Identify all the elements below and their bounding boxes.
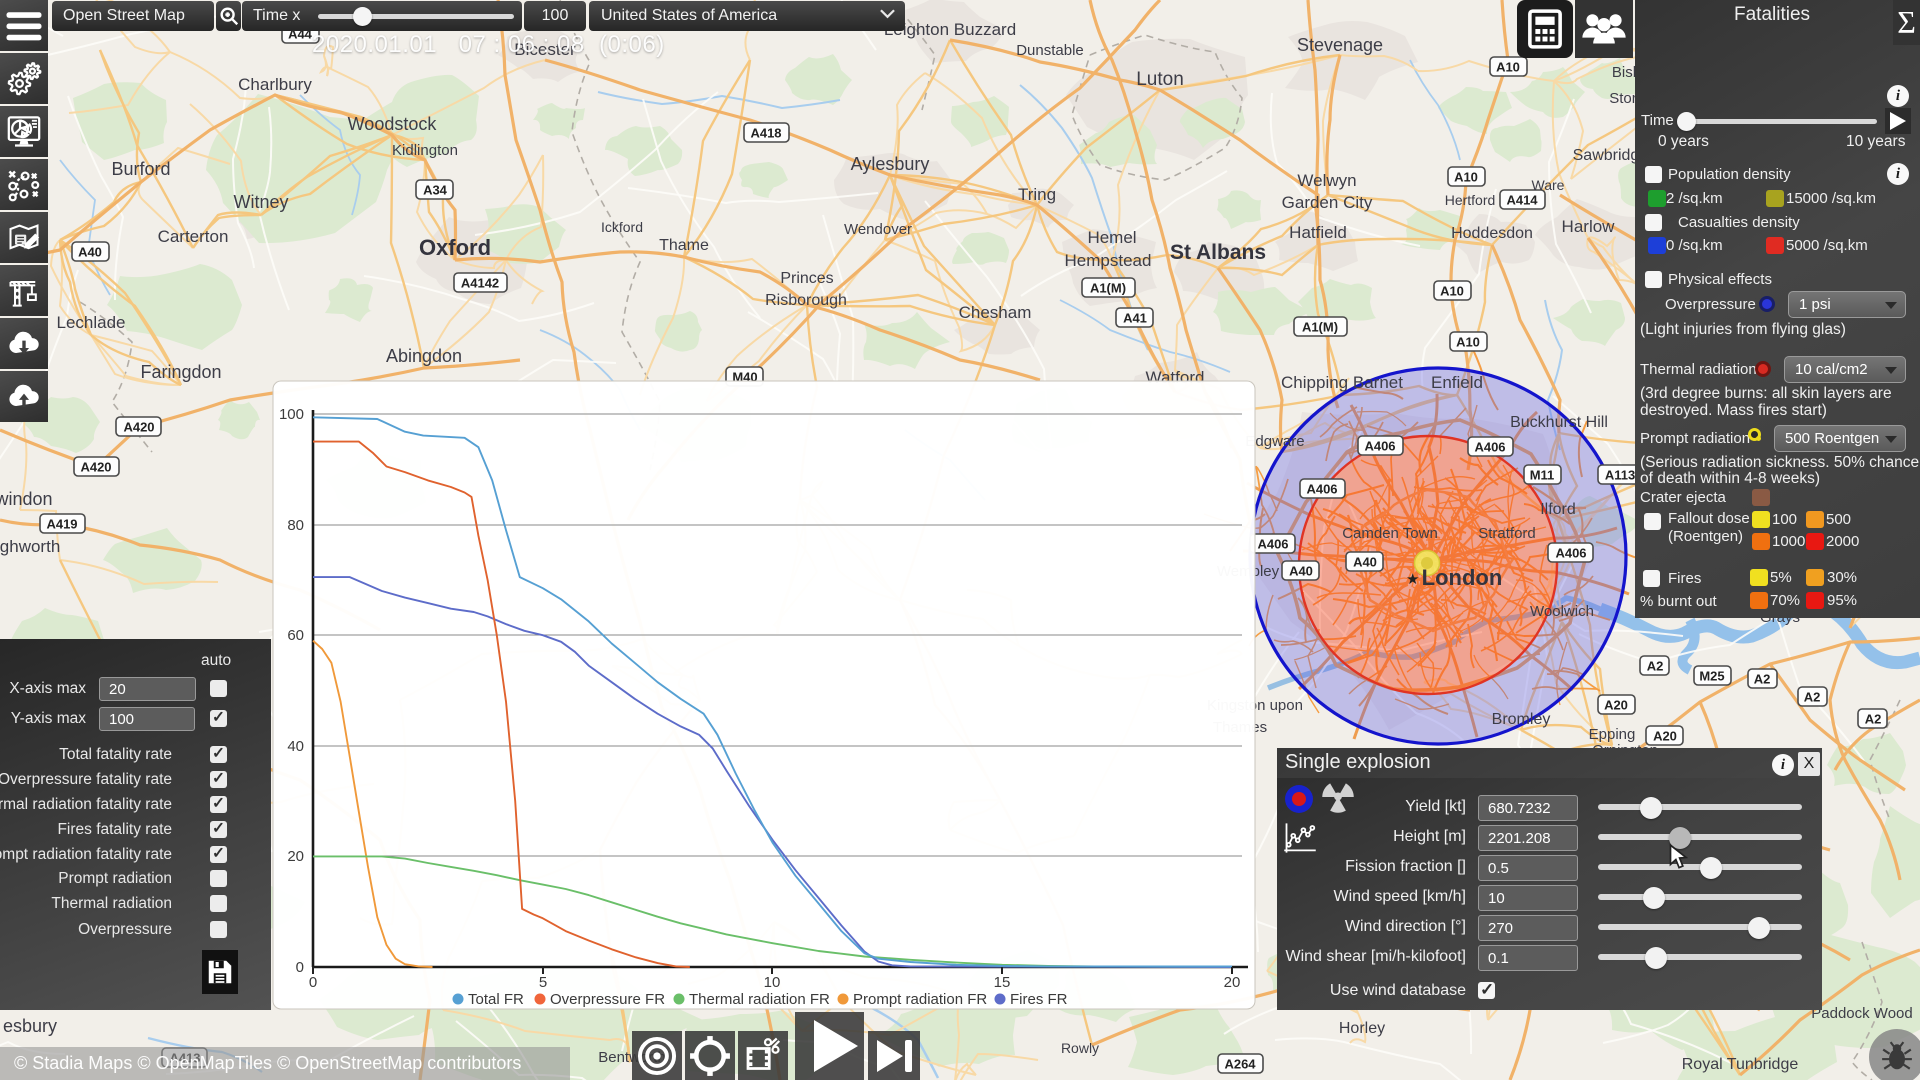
svg-text:0: 0 [309,974,317,991]
svg-text:Carterton: Carterton [158,227,229,246]
svg-text:A10: A10 [1440,284,1464,299]
svg-text:A419: A419 [46,517,77,532]
svg-text:40: 40 [287,738,304,755]
svg-text:A1(M): A1(M) [1302,320,1338,335]
svg-text:Paddock Wood: Paddock Wood [1811,1005,1912,1022]
svg-text:Ilford: Ilford [1540,501,1576,518]
svg-text:100: 100 [279,406,304,423]
svg-text:M25: M25 [1699,669,1724,684]
svg-text:Ickford: Ickford [601,219,643,235]
svg-text:5: 5 [539,974,547,991]
svg-text:Kidlington: Kidlington [392,142,458,159]
svg-text:A40: A40 [78,245,102,260]
svg-text:80: 80 [287,517,304,534]
svg-text:Total FR: Total FR [468,991,524,1008]
svg-text:Rowly: Rowly [1061,1040,1099,1056]
svg-text:Epping: Epping [1589,726,1636,743]
svg-text:Horley: Horley [1339,1020,1385,1037]
svg-text:Fires FR: Fires FR [1010,991,1068,1008]
svg-text:Lechlade: Lechlade [56,313,125,332]
svg-text:Thermal radiation FR: Thermal radiation FR [689,991,830,1008]
svg-text:A2: A2 [1647,659,1664,674]
svg-text:20: 20 [1224,974,1241,991]
svg-text:Abingdon: Abingdon [386,346,462,366]
svg-text:Stevenage: Stevenage [1297,35,1383,55]
svg-text:Dunstable: Dunstable [1016,42,1084,59]
svg-text:A1(M): A1(M) [1090,281,1126,296]
svg-text:A406: A406 [1364,439,1395,454]
svg-text:Buckhurst Hill: Buckhurst Hill [1510,414,1608,431]
svg-text:Thame: Thame [659,237,709,254]
svg-text:London: London [1422,565,1503,590]
svg-text:Wendover: Wendover [844,221,912,238]
svg-text:Charlbury: Charlbury [238,75,312,94]
svg-text:Chipping Barnet: Chipping Barnet [1281,373,1403,392]
svg-text:60: 60 [287,627,304,644]
svg-text:Stratford: Stratford [1478,525,1536,542]
svg-text:A264: A264 [1224,1057,1256,1072]
svg-text:Chesham: Chesham [959,303,1032,322]
svg-text:15: 15 [994,974,1011,991]
svg-text:Royal Tunbridge: Royal Tunbridge [1682,1056,1799,1073]
svg-text:A406: A406 [1474,440,1505,455]
svg-text:Oxford: Oxford [419,235,491,260]
svg-text:St Albans: St Albans [1170,241,1266,264]
svg-text:A41: A41 [1123,311,1147,326]
svg-text:A406: A406 [1555,546,1586,561]
svg-text:A414: A414 [1506,193,1538,208]
svg-text:Welwyn: Welwyn [1297,171,1356,190]
svg-text:A113: A113 [1605,468,1635,483]
svg-text:M11: M11 [1530,468,1555,483]
svg-text:A420: A420 [123,420,154,435]
svg-text:A40: A40 [1289,564,1313,579]
svg-text:Hertford: Hertford [1445,192,1496,208]
svg-text:Harlow: Harlow [1562,217,1616,236]
svg-text:10: 10 [764,974,781,991]
svg-text:Ware: Ware [1532,177,1565,193]
svg-text:A2: A2 [1804,690,1821,705]
svg-text:Overpressure FR: Overpressure FR [550,991,665,1008]
svg-text:Camden Town: Camden Town [1342,525,1438,542]
svg-text:A20: A20 [1604,698,1628,713]
svg-text:Prompt radiation FR: Prompt radiation FR [853,991,987,1008]
svg-text:Hoddesdon: Hoddesdon [1451,225,1533,242]
svg-text:Garden City: Garden City [1282,193,1373,212]
svg-text:Bromley: Bromley [1492,711,1551,728]
svg-text:Burford: Burford [111,159,170,179]
svg-text:A10: A10 [1456,335,1480,350]
svg-text:Faringdon: Faringdon [140,362,221,382]
svg-text:Princes: Princes [780,270,833,287]
svg-text:Woolwich: Woolwich [1530,603,1594,620]
svg-text:Aylesbury: Aylesbury [851,154,930,174]
svg-text:20: 20 [287,848,304,865]
svg-text:Luton: Luton [1136,69,1184,90]
svg-text:A40: A40 [1353,555,1377,570]
svg-text:Witney: Witney [233,192,288,212]
svg-text:A420: A420 [80,460,111,475]
svg-text:A418: A418 [750,126,781,141]
svg-text:Swindon: Swindon [0,489,53,509]
svg-text:A406: A406 [1257,537,1288,552]
svg-text:A406: A406 [1306,482,1337,497]
svg-text:Highworth: Highworth [0,537,60,556]
svg-text:Hemel: Hemel [1087,228,1136,247]
svg-text:Hatfield: Hatfield [1289,223,1347,242]
svg-text:Enfield: Enfield [1431,373,1483,392]
svg-text:A10: A10 [1454,170,1478,185]
svg-text:0: 0 [296,959,304,976]
svg-text:Woodstock: Woodstock [348,114,438,134]
svg-text:Risborough: Risborough [765,292,847,309]
svg-text:A4142: A4142 [461,276,499,291]
svg-text:★: ★ [1406,571,1419,588]
svg-text:A2: A2 [1754,672,1771,687]
svg-text:Tring: Tring [1018,185,1056,204]
svg-text:Hempstead: Hempstead [1065,251,1152,270]
svg-text:A2: A2 [1865,712,1882,727]
svg-text:esbury: esbury [3,1016,57,1036]
svg-text:A10: A10 [1496,60,1520,75]
svg-text:A34: A34 [423,183,448,198]
